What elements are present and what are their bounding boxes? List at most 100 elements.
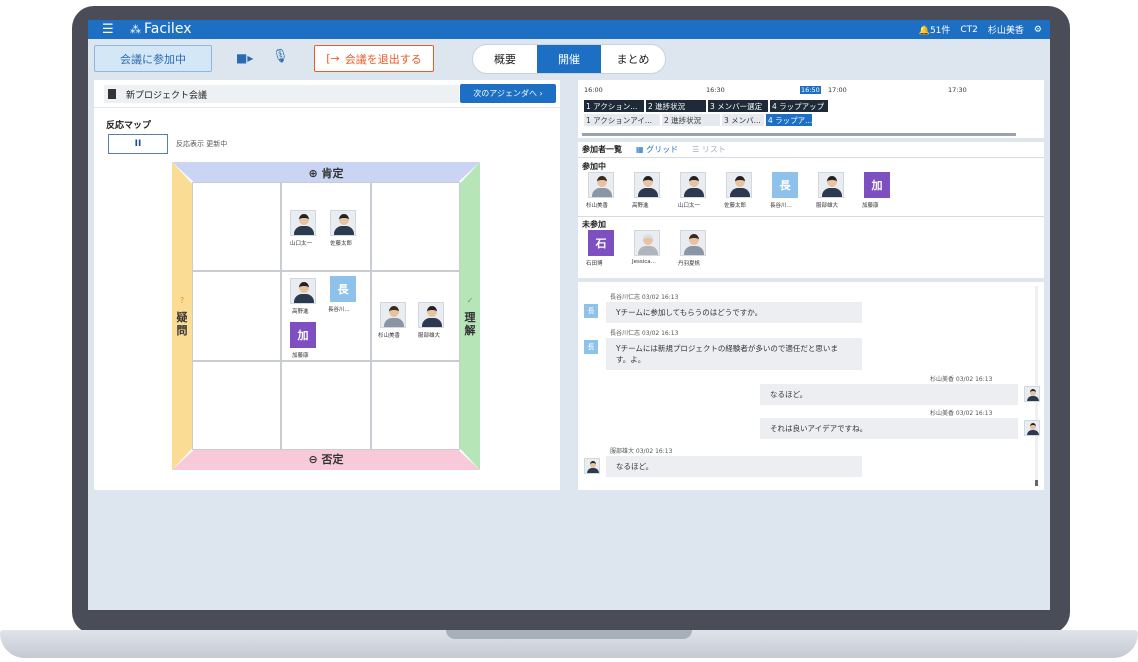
- avatar[interactable]: [418, 302, 444, 328]
- avatar[interactable]: [290, 278, 316, 304]
- planned-agenda-item[interactable]: 3 メンバー選定: [708, 100, 768, 112]
- avatar[interactable]: [680, 230, 706, 256]
- grid-cell: [192, 360, 282, 450]
- leave-meeting-button[interactable]: [→ 会議を退出する: [314, 45, 434, 72]
- pause-button[interactable]: II: [108, 134, 168, 154]
- check-icon: ✓: [466, 296, 474, 305]
- grid-view-label: グリッド: [646, 145, 679, 154]
- planned-agenda-item[interactable]: 2 進捗状況: [646, 100, 706, 112]
- tab-session[interactable]: 開催: [537, 45, 601, 73]
- grid-cell: [370, 182, 460, 272]
- notifications[interactable]: 🔔51件: [919, 23, 951, 36]
- actual-agenda-item[interactable]: 3 メンバ...: [722, 114, 764, 126]
- message-bubble: それは良いアイデアですね。: [760, 418, 1018, 439]
- axis-positive: ⊕ 肯定: [172, 165, 480, 181]
- participant-name: 石田博: [586, 261, 603, 267]
- participant-name: 杉山美香: [586, 203, 609, 209]
- mic-icon[interactable]: 🎙: [272, 49, 289, 65]
- top-bar-right: 🔔51件 CT2 杉山美香 ⚙: [919, 23, 1042, 37]
- next-agenda-button[interactable]: 次のアジェンダへ ›: [460, 84, 556, 103]
- message-meta: 杉山美香 03/02 16:13: [930, 410, 993, 417]
- avatar[interactable]: [290, 210, 316, 236]
- exit-icon: [→: [326, 52, 340, 65]
- participants-title: 参加者一覧: [582, 145, 622, 154]
- avatar[interactable]: [330, 210, 356, 236]
- avatar[interactable]: [634, 172, 660, 198]
- message-bubble: Yチームに参加してもらうのはどうですか。: [606, 302, 862, 323]
- avatar[interactable]: [818, 172, 844, 198]
- planned-agenda-item[interactable]: 1 アクション...: [584, 100, 644, 112]
- participant-badge[interactable]: 石: [588, 230, 614, 256]
- scroll-thumb[interactable]: [1035, 480, 1038, 486]
- sender-avatar[interactable]: [584, 458, 600, 474]
- timeline-scrollbar[interactable]: [582, 133, 1016, 136]
- grid-cell: [192, 182, 282, 272]
- org-label[interactable]: CT2: [960, 25, 978, 35]
- axis-understand: ✓ 理解: [464, 294, 476, 337]
- minus-icon: ⊖: [308, 453, 322, 466]
- timeline-tick: 16:30: [706, 86, 725, 94]
- app-name: Facilex: [144, 21, 192, 37]
- message-meta: 長谷川仁志 03/02 16:13: [610, 294, 679, 301]
- menu-icon[interactable]: ☰: [102, 22, 114, 37]
- logo-mark-icon: ⁂: [130, 23, 141, 36]
- meeting-title: 新プロジェクト会議: [104, 85, 459, 103]
- meeting-tabs: 概要 開催 まとめ: [472, 44, 666, 74]
- planned-agenda-item[interactable]: 4 ラップアップ: [770, 100, 828, 112]
- name-tag: 高野進: [292, 309, 309, 315]
- timeline-tick: 16:00: [584, 86, 603, 94]
- list-view-toggle[interactable]: ☰ リスト: [692, 144, 726, 155]
- participant-badge[interactable]: 長: [330, 276, 356, 302]
- reaction-map-label: 反応マップ: [106, 121, 152, 131]
- avatar[interactable]: [726, 172, 752, 198]
- sender-badge[interactable]: 長: [584, 304, 598, 318]
- question-icon: ?: [179, 296, 185, 305]
- meeting-title-row: 新プロジェクト会議 次のアジェンダへ ›: [94, 80, 560, 108]
- participant-name: 服部雄大: [816, 203, 839, 209]
- axis-negative: ⊖ 否定: [172, 451, 480, 467]
- message-meta: 服部雄大 03/02 16:13: [610, 448, 673, 455]
- list-icon: ☰: [692, 145, 702, 154]
- tab-summary[interactable]: まとめ: [601, 45, 665, 73]
- participant-badge[interactable]: 長: [772, 172, 798, 198]
- meeting-toolbar: 会議に参加中 ■▸ 🎙 [→ 会議を退出する 概要 開催 まとめ: [88, 39, 1050, 79]
- avatar[interactable]: [588, 172, 614, 198]
- actual-agenda-item[interactable]: 1 アクションアイ...: [584, 114, 660, 126]
- sender-avatar[interactable]: [1024, 386, 1040, 402]
- camera-icon[interactable]: ■▸: [236, 51, 253, 65]
- avatar[interactable]: [634, 230, 660, 256]
- avatar[interactable]: [380, 302, 406, 328]
- axis-negative-label: 否定: [321, 453, 344, 466]
- axis-understand-label: 理解: [464, 311, 476, 337]
- participants-panel: 参加者一覧 ▦ グリッド ☰ リスト 参加中 未参加 杉山美香 高野進 山口太一 佐藤…: [578, 142, 1044, 278]
- actual-agenda-item[interactable]: 2 進捗状況: [662, 114, 720, 126]
- grid-cell: [281, 360, 371, 450]
- grid-cell: [192, 271, 282, 361]
- avatar[interactable]: [680, 172, 706, 198]
- sender-badge[interactable]: 長: [584, 340, 598, 354]
- sender-avatar[interactable]: [1024, 420, 1040, 436]
- participant-name: 長谷川...: [770, 203, 792, 209]
- name-tag: 加藤康: [292, 353, 309, 359]
- joined-label: 参加中: [582, 162, 606, 171]
- agenda-timeline: 16:00 16:30 16:50 17:00 17:30 1 アクション...…: [578, 80, 1044, 138]
- actual-agenda-item-current[interactable]: 4 ラップア...: [766, 114, 812, 126]
- app-logo[interactable]: ⁂ Facilex: [130, 21, 191, 38]
- user-name[interactable]: 杉山美香: [988, 23, 1024, 36]
- name-tag: 杉山美香: [378, 333, 401, 339]
- divider: [578, 216, 1044, 217]
- grid-view-toggle[interactable]: ▦ グリッド: [636, 144, 678, 155]
- session-panel: 16:00 16:30 16:50 17:00 17:30 1 アクション...…: [578, 80, 1044, 490]
- participant-badge[interactable]: 加: [290, 322, 316, 348]
- timeline-now: 16:50: [800, 86, 821, 94]
- name-tag: 佐藤太郎: [330, 241, 353, 247]
- participant-name: Jessica...: [632, 259, 656, 265]
- reaction-panel: 新プロジェクト会議 次のアジェンダへ › 反応マップ II 反応表示 更新中 ⊕…: [94, 80, 560, 490]
- tab-overview[interactable]: 概要: [473, 45, 537, 73]
- message-meta: 杉山美香 03/02 16:13: [930, 376, 993, 383]
- gear-icon[interactable]: ⚙: [1034, 25, 1042, 35]
- joined-button[interactable]: 会議に参加中: [94, 45, 212, 72]
- participant-badge[interactable]: 加: [864, 172, 890, 198]
- axis-question-label: 疑問: [176, 311, 188, 337]
- plus-icon: ⊕: [308, 167, 322, 180]
